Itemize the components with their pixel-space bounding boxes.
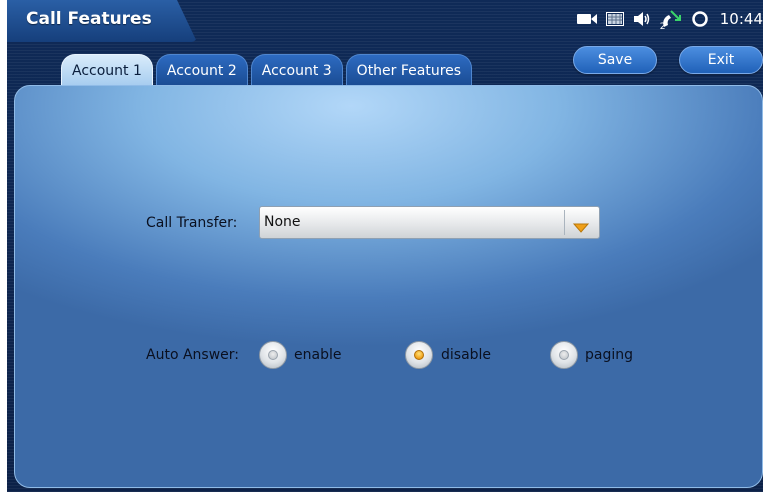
chevron-down-icon [572,218,590,237]
auto-answer-label: Auto Answer: [146,347,239,363]
radio-enable[interactable] [259,341,287,369]
radio-paging[interactable] [550,341,578,369]
radio-label-enable[interactable]: enable [294,347,341,363]
camera-icon [576,13,597,25]
radio-disable[interactable] [405,341,433,369]
select-divider [564,210,565,235]
radio-dot [559,350,569,360]
tab-account-1[interactable]: Account 1 [61,54,153,86]
radio-label-disable[interactable]: disable [441,347,491,363]
keyboard-icon [605,12,624,26]
radio-label-paging[interactable]: paging [585,347,633,363]
app-window: Call Features 2 10:44 Account 1 Account … [7,0,763,492]
call-transfer-value: None [264,214,301,230]
status-bar: 2 10:44 [576,9,763,32]
tab-bar: Account 1 Account 2 Account 3 Other Feat… [61,54,473,86]
speaker-icon [633,11,651,27]
exit-button[interactable]: Exit [679,46,763,74]
clock: 10:44 [719,10,763,28]
sync-icon [691,10,709,28]
radio-dot-selected [414,350,424,360]
missed-call-icon: 2 [660,10,682,32]
call-transfer-select[interactable]: None [259,206,600,239]
tab-account-3[interactable]: Account 3 [250,54,343,86]
settings-panel [14,85,763,488]
tab-other-features[interactable]: Other Features [345,54,473,86]
radio-dot [268,350,278,360]
tab-account-2[interactable]: Account 2 [155,54,248,86]
app-title: Call Features [26,9,152,29]
call-transfer-label: Call Transfer: [146,215,238,231]
missed-call-count: 2 [659,22,666,32]
save-button[interactable]: Save [573,46,657,74]
